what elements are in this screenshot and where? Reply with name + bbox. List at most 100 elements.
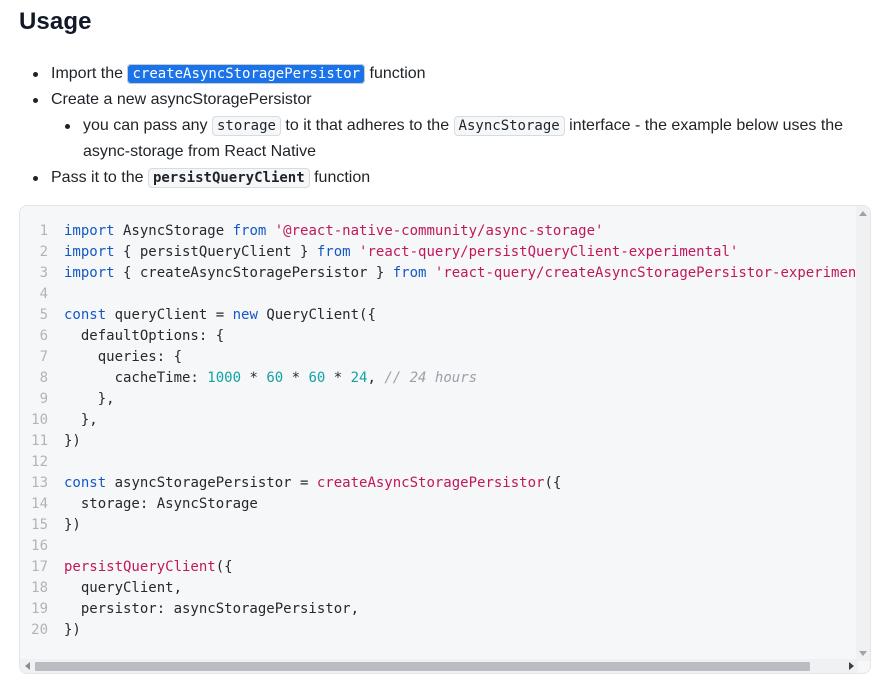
code-line: 1 import AsyncStorage from '@react-native… [20, 221, 855, 242]
line-number: 6 [39, 328, 48, 344]
code-token: from [232, 223, 267, 239]
line-number: 17 [31, 559, 48, 575]
scrollbar-thumb[interactable] [35, 662, 810, 671]
code-token: storage: AsyncStorage [64, 496, 258, 512]
line-number: 8 [39, 370, 48, 386]
code-line: 19 persistor: asyncStoragePersistor, [20, 599, 855, 620]
code-line: 14 storage: AsyncStorage [20, 494, 855, 515]
code-token: createAsyncStoragePersistor [316, 475, 545, 491]
inline-code-storage[interactable]: storage [211, 116, 281, 136]
code-line: 12 [20, 452, 855, 473]
list-item-text: to it that adheres to the [280, 117, 454, 134]
code-token: queries: { [64, 349, 183, 365]
list-item: Import the createAsyncStoragePersistor f… [31, 61, 876, 87]
list-item-text: Create a new asyncStoragePersistor [51, 91, 312, 108]
line-number: 2 [39, 244, 48, 260]
code-token: 60 [308, 370, 326, 386]
code-token: * [283, 370, 309, 386]
line-number: 1 [39, 223, 48, 239]
code-token: import [64, 265, 115, 281]
line-number: 12 [31, 454, 48, 470]
code-token: { createAsyncStoragePersistor } [114, 265, 393, 281]
code-token: }, [64, 412, 98, 428]
line-number: 4 [39, 286, 48, 302]
code-line: 20}) [20, 620, 855, 641]
code-line: 11}) [20, 431, 855, 452]
sub-list: you can pass any storage to it that adhe… [51, 113, 876, 165]
code-token: 24 [350, 370, 368, 386]
code-token: from [316, 244, 351, 260]
code-token: from [392, 265, 427, 281]
code-line: 2 import { persistQueryClient } from 'rea… [20, 242, 855, 263]
inline-code-createAsyncStoragePersistor[interactable]: createAsyncStoragePersistor [127, 64, 366, 84]
line-number: 14 [31, 496, 48, 512]
line-number: 5 [39, 307, 48, 323]
code-line: 7 queries: { [20, 347, 855, 368]
code-token: }, [64, 391, 115, 407]
code-token: persistor: asyncStoragePersistor, [64, 601, 360, 617]
list-item-text: you can pass any [83, 117, 212, 134]
list-item-text: Import the [51, 65, 128, 82]
code-line: 3 import { createAsyncStoragePersistor } … [20, 263, 855, 284]
code-token: * [325, 370, 351, 386]
code-token: '@react-native-community/async-storage' [274, 223, 604, 239]
scroll-right-arrow-icon[interactable] [849, 662, 854, 670]
code-token: import [64, 244, 115, 260]
line-number: 15 [31, 517, 48, 533]
code-token: persistQueryClient [64, 559, 216, 575]
code-token: 'react-query/createAsyncStoragePersistor… [434, 265, 855, 281]
code-token: }) [64, 622, 81, 638]
vertical-scrollbar[interactable] [856, 206, 870, 661]
line-number: 9 [39, 391, 48, 407]
line-number: 3 [39, 265, 48, 281]
usage-list: Import the createAsyncStoragePersistor f… [31, 61, 876, 191]
code-line: 6 defaultOptions: { [20, 326, 855, 347]
scroll-down-arrow-icon[interactable] [859, 651, 867, 656]
code-token: cacheTime: [64, 370, 208, 386]
code-token: asyncStoragePersistor = [106, 475, 317, 491]
code-token: , [367, 370, 385, 386]
code-line: 9 }, [20, 389, 855, 410]
scroll-up-arrow-icon[interactable] [859, 211, 867, 216]
code-token: 'react-query/persistQueryClient-experime… [359, 244, 739, 260]
code-token: ({ [215, 559, 233, 575]
code-token: queryClient, [64, 580, 183, 596]
code-token: import [64, 223, 115, 239]
inline-code-persistQueryClient[interactable]: persistQueryClient [147, 168, 310, 188]
code-token: { persistQueryClient } [114, 244, 317, 260]
code-token: AsyncStorage [114, 223, 233, 239]
code-token: 1000 [207, 370, 242, 386]
code-line: 18 queryClient, [20, 578, 855, 599]
code-token: ({ [544, 475, 562, 491]
code-block[interactable]: 1 import AsyncStorage from '@react-native… [19, 205, 871, 674]
code-line: 5 const queryClient = new QueryClient({ [20, 305, 855, 326]
line-number: 11 [31, 433, 48, 449]
list-item: Pass it to the persistQueryClient functi… [31, 165, 876, 191]
code-content[interactable]: 1 import AsyncStorage from '@react-native… [20, 221, 855, 661]
code-token: const [64, 307, 107, 323]
line-number: 13 [31, 475, 48, 491]
inline-code-AsyncStorage[interactable]: AsyncStorage [453, 116, 565, 136]
code-token: 60 [266, 370, 284, 386]
line-number: 18 [31, 580, 48, 596]
line-number: 7 [39, 349, 48, 365]
code-line: 10 }, [20, 410, 855, 431]
page-heading: Usage [19, 8, 92, 35]
code-token: const [64, 475, 107, 491]
code-token: }) [64, 517, 81, 533]
list-item-text: Pass it to the [51, 169, 148, 186]
line-number: 10 [31, 412, 48, 428]
code-token: queryClient = [106, 307, 233, 323]
horizontal-scrollbar[interactable] [20, 659, 858, 673]
code-token: * [241, 370, 267, 386]
line-number: 19 [31, 601, 48, 617]
scroll-left-arrow-icon[interactable] [25, 662, 30, 670]
line-number: 20 [31, 622, 48, 638]
code-line: 13 const asyncStoragePersistor = createAs… [20, 473, 855, 494]
code-token: }) [64, 433, 81, 449]
list-item-text: function [309, 169, 371, 186]
sub-list-item: you can pass any storage to it that adhe… [51, 113, 876, 165]
